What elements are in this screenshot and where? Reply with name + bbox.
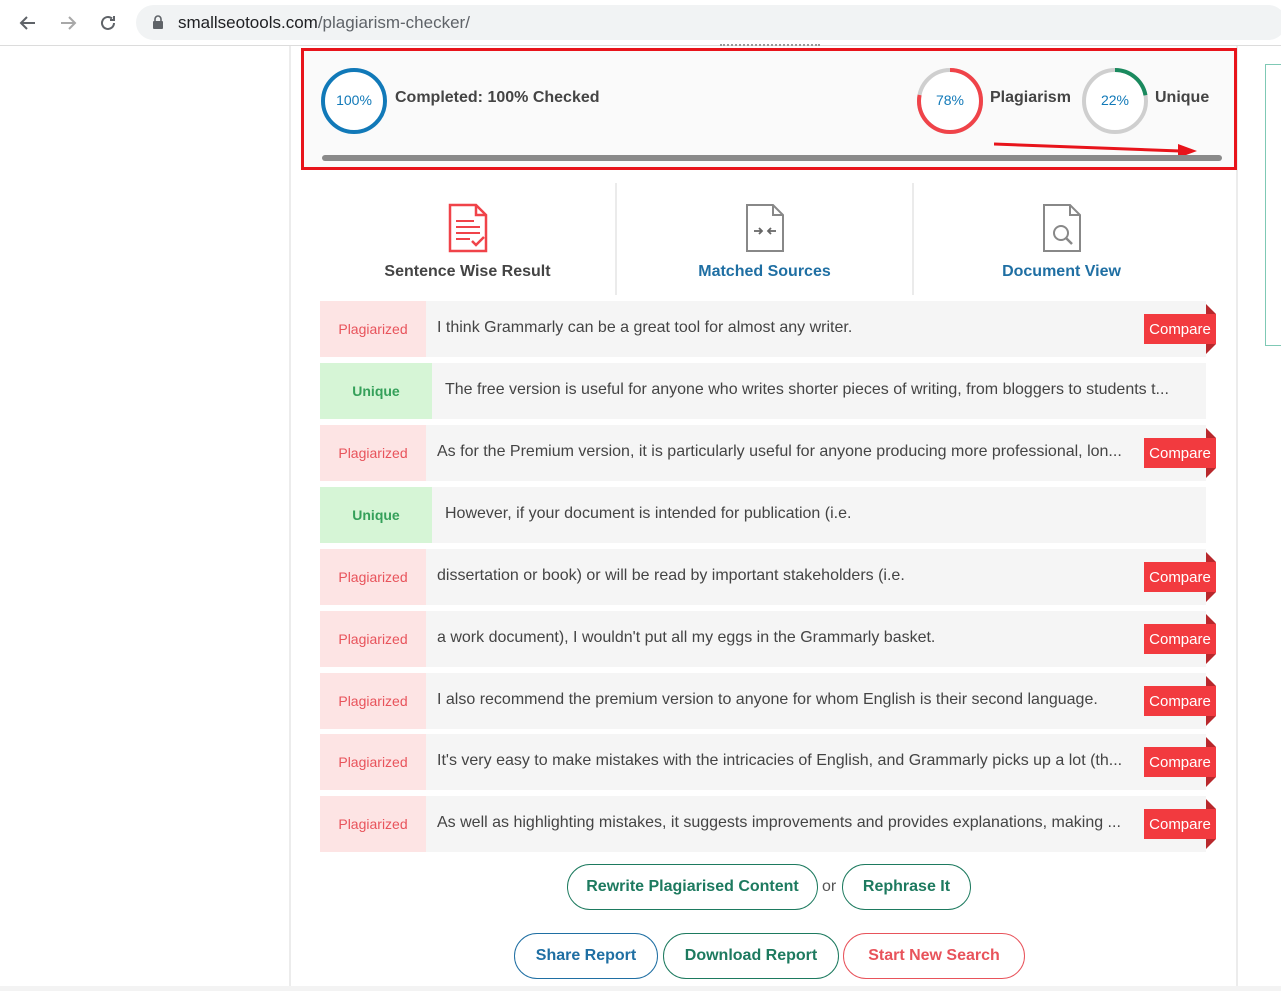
result-row: Unique However, if your document is inte…	[320, 487, 1206, 543]
page-border-left	[289, 46, 291, 991]
result-row: Plagiarized I also recommend the premium…	[320, 673, 1216, 729]
tab-matched-sources[interactable]: Matched Sources	[617, 183, 912, 295]
status-badge: Plagiarized	[320, 549, 426, 605]
page-border-right	[1236, 46, 1238, 991]
sentence-text: The free version is useful for anyone wh…	[445, 381, 1169, 398]
status-badge: Unique	[320, 363, 432, 419]
compare-button[interactable]: Compare	[1144, 809, 1216, 839]
browser-toolbar: smallseotools.com/plagiarism-checker/	[0, 0, 1281, 46]
download-report-button[interactable]: Download Report	[663, 933, 839, 979]
back-arrow-icon[interactable]	[17, 12, 39, 34]
result-row: Plagiarized a work document), I wouldn't…	[320, 611, 1216, 667]
compare-button[interactable]: Compare	[1144, 562, 1216, 592]
url-text: smallseotools.com/plagiarism-checker/	[178, 13, 470, 32]
completed-label: Completed: 100% Checked	[395, 89, 600, 106]
status-badge: Plagiarized	[320, 734, 426, 790]
side-panel-edge	[1265, 64, 1281, 346]
status-badge: Unique	[320, 487, 432, 543]
plagiarism-ring: 78%	[916, 67, 984, 135]
or-text: or	[822, 878, 837, 895]
result-row: Plagiarized As well as highlighting mist…	[320, 796, 1216, 852]
sentence-text: dissertation or book) or will be read by…	[437, 567, 905, 584]
compare-button[interactable]: Compare	[1144, 686, 1216, 716]
forward-arrow-icon[interactable]	[57, 12, 79, 34]
tab-label: Sentence Wise Result	[384, 263, 551, 280]
page-bottom-edge	[0, 986, 1281, 991]
result-row: Unique The free version is useful for an…	[320, 363, 1206, 419]
completed-percent: 100%	[336, 92, 372, 108]
sentence-text: As well as highlighting mistakes, it sug…	[437, 814, 1121, 831]
share-report-button[interactable]: Share Report	[514, 933, 658, 979]
plagiarism-percent: 78%	[935, 92, 965, 108]
status-badge: Plagiarized	[320, 673, 426, 729]
status-badge: Plagiarized	[320, 611, 426, 667]
tab-label: Matched Sources	[698, 263, 831, 280]
reload-icon[interactable]	[97, 12, 119, 34]
tab-label: Document View	[1002, 263, 1121, 280]
result-row: Plagiarized I think Grammarly can be a g…	[320, 301, 1216, 357]
lock-icon	[152, 15, 164, 34]
sentence-text: I also recommend the premium version to …	[437, 691, 1098, 708]
compare-button[interactable]: Compare	[1144, 314, 1216, 344]
unique-label: Unique	[1155, 89, 1210, 106]
address-bar[interactable]: smallseotools.com/plagiarism-checker/	[136, 5, 1281, 40]
sentence-text: As for the Premium version, it is partic…	[437, 443, 1122, 460]
unique-percent: 22%	[1100, 92, 1130, 108]
compare-button[interactable]: Compare	[1144, 438, 1216, 468]
tab-document-view[interactable]: Document View	[914, 183, 1209, 295]
result-row: Plagiarized It's very easy to make mista…	[320, 734, 1216, 790]
document-check-icon	[446, 203, 490, 258]
rephrase-it-button[interactable]: Rephrase It	[842, 864, 971, 910]
compare-button[interactable]: Compare	[1144, 747, 1216, 777]
sentence-text: a work document), I wouldn't put all my …	[437, 629, 936, 646]
result-row: Plagiarized dissertation or book) or wil…	[320, 549, 1216, 605]
status-badge: Plagiarized	[320, 301, 426, 357]
sentence-text: It's very easy to make mistakes with the…	[437, 752, 1123, 769]
compare-button[interactable]: Compare	[1144, 624, 1216, 654]
summary-panel: 100% Completed: 100% Checked 78% Plagiar…	[301, 48, 1237, 170]
document-compare-icon	[743, 203, 787, 258]
sentence-text: However, if your document is intended fo…	[445, 505, 852, 522]
sentence-text: I think Grammarly can be a great tool fo…	[437, 319, 853, 336]
status-badge: Plagiarized	[320, 425, 426, 481]
document-search-icon	[1040, 203, 1084, 258]
unique-ring: 22%	[1081, 67, 1149, 135]
completed-ring: 100%	[320, 67, 388, 135]
progress-bar	[322, 155, 1222, 161]
status-badge: Plagiarized	[320, 796, 426, 852]
result-row: Plagiarized As for the Premium version, …	[320, 425, 1216, 481]
plagiarism-label: Plagiarism	[990, 89, 1071, 106]
start-new-search-button[interactable]: Start New Search	[843, 933, 1025, 979]
tab-sentence-wise-result[interactable]: Sentence Wise Result	[320, 183, 615, 295]
rewrite-plagiarised-content-button[interactable]: Rewrite Plagiarised Content	[567, 864, 818, 910]
